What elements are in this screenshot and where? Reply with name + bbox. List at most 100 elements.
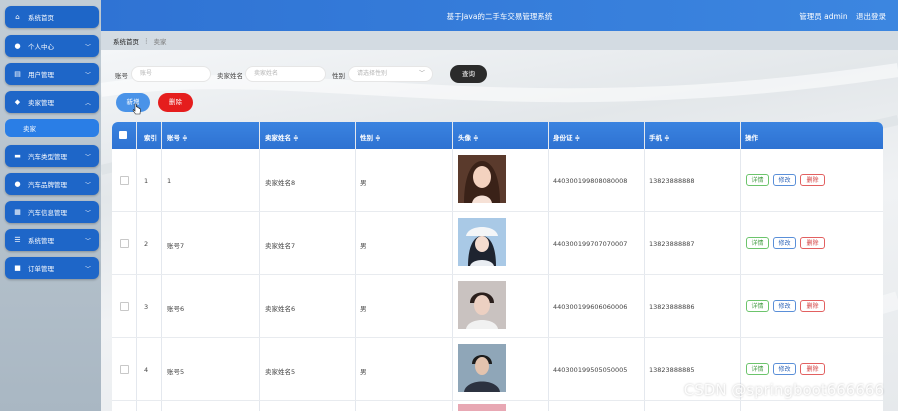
header-seller-name[interactable]: 卖家姓名 ≑ [265, 132, 299, 142]
header-avatar[interactable]: 头像 ≑ [458, 132, 479, 142]
cell-gender: 男 [360, 179, 367, 187]
cell-seller-name: 卖家姓名5 [265, 368, 296, 376]
edit-button[interactable]: 修改 [773, 363, 796, 375]
cell-index: 3 [144, 303, 149, 311]
header-account[interactable]: 账号 ≑ [167, 132, 188, 142]
cell-account: 账号6 [167, 305, 185, 313]
chevron-down-icon: ﹀ [84, 209, 91, 217]
sidebar-item-orders[interactable]: ■ 订单管理 ﹀ [5, 257, 99, 279]
avatar-image [458, 344, 506, 392]
sidebar-item-seller-management[interactable]: ◆ 卖家管理 ︿ [5, 91, 99, 113]
cell-phone: 13823888887 [649, 240, 695, 248]
sidebar-item-user-management[interactable]: ▤ 用户管理 ﹀ [5, 63, 99, 85]
seller-name-label: 卖家姓名 [217, 72, 243, 80]
gender-select-placeholder: 请选择性别 [357, 70, 388, 77]
query-button[interactable]: 查询 [450, 65, 487, 83]
cell-seller-name: 卖家姓名8 [265, 179, 296, 187]
avatar-image [458, 218, 506, 266]
car-icon: ▬ [14, 152, 21, 160]
cell-gender: 男 [360, 305, 367, 313]
header-operations: 操作 [745, 134, 758, 142]
cell-seller-name: 卖家姓名7 [265, 242, 296, 250]
app-title: 基于Java的二手车交易管理系统 [446, 12, 553, 21]
gender-select[interactable]: 请选择性别 ﹀ [348, 66, 433, 82]
breadcrumb-separator: ⋮ [143, 36, 150, 45]
row-delete-button[interactable]: 删除 [800, 174, 825, 186]
header-index: 索引 [144, 134, 157, 142]
edit-button[interactable]: 修改 [773, 300, 796, 312]
cell-id-card: 440300199808080008 [553, 177, 628, 185]
chevron-down-icon: ﹀ [84, 237, 91, 245]
sidebar-item-car-brand[interactable]: ● 汽车品牌管理 ﹀ [5, 173, 99, 195]
grid-icon: ▦ [14, 208, 21, 216]
row-checkbox[interactable] [120, 302, 129, 311]
header-id-card[interactable]: 身份证 ≑ [553, 132, 580, 142]
cart-icon: ■ [14, 264, 21, 272]
table-row: 2 账号7 卖家姓名7 男 440300199707070007 1382388… [112, 212, 883, 275]
sidebar-item-car-type[interactable]: ▬ 汽车类型管理 ﹀ [5, 145, 99, 167]
row-checkbox[interactable] [120, 365, 129, 374]
sidebar-item-system[interactable]: ☰ 系统管理 ﹀ [5, 229, 99, 251]
account-input[interactable]: 账号 [131, 66, 211, 82]
sidebar-item-label: 汽车信息管理 [28, 209, 67, 217]
header-gender[interactable]: 性别 ≑ [360, 132, 381, 142]
chevron-down-icon: ﹀ [84, 153, 91, 161]
cell-id-card: 440300199707070007 [553, 240, 628, 248]
edit-button[interactable]: 修改 [773, 237, 796, 249]
avatar-image [458, 404, 506, 411]
row-checkbox[interactable] [120, 239, 129, 248]
row-delete-button[interactable]: 删除 [800, 237, 825, 249]
detail-button[interactable]: 详情 [746, 300, 769, 312]
row-delete-button[interactable]: 删除 [800, 300, 825, 312]
detail-button[interactable]: 详情 [746, 237, 769, 249]
select-all-checkbox[interactable] [119, 131, 127, 139]
cell-id-card: 440300199606060006 [553, 303, 628, 311]
chevron-up-icon: ︿ [84, 99, 91, 107]
location-icon: ◆ [14, 98, 21, 106]
user-icon: ● [14, 180, 21, 188]
detail-button[interactable]: 详情 [746, 174, 769, 186]
sidebar-subitem-seller[interactable]: 卖家 [5, 119, 99, 137]
table-header: 索引 账号 ≑ 卖家姓名 ≑ 性别 ≑ 头像 ≑ 身份证 ≑ 手机 ≑ 操作 [112, 122, 883, 149]
chevron-down-icon: ﹀ [84, 71, 91, 79]
sidebar-item-home[interactable]: ⌂ 系统首页 [5, 6, 99, 28]
document-icon: ▤ [14, 70, 21, 78]
avatar-image [458, 281, 506, 329]
delete-button[interactable]: 删除 [158, 93, 193, 112]
sidebar-item-label: 汽车品牌管理 [28, 181, 67, 189]
cell-index: 1 [144, 177, 149, 185]
cell-phone: 13823888888 [649, 177, 695, 185]
user-icon: ● [14, 42, 21, 50]
seller-name-input[interactable]: 卖家姓名 [245, 66, 326, 82]
sidebar-item-car-info[interactable]: ▦ 汽车信息管理 ﹀ [5, 201, 99, 223]
breadcrumb-home[interactable]: 系统首页 [113, 36, 139, 46]
cell-account: 账号5 [167, 368, 185, 376]
logout-link[interactable]: 退出登录 [856, 12, 886, 21]
chevron-down-icon: ﹀ [84, 181, 91, 189]
cell-id-card: 440300199505050005 [553, 366, 628, 374]
breadcrumb: 系统首页 ⋮ 卖家 [101, 31, 898, 50]
row-delete-button[interactable]: 删除 [800, 363, 825, 375]
home-icon: ⌂ [15, 13, 20, 21]
seller-table: 索引 账号 ≑ 卖家姓名 ≑ 性别 ≑ 头像 ≑ 身份证 ≑ 手机 ≑ 操作 1… [112, 122, 883, 411]
cell-account: 1 [167, 177, 172, 185]
detail-button[interactable]: 详情 [746, 363, 769, 375]
chevron-down-icon: ﹀ [84, 265, 91, 273]
edit-button[interactable]: 修改 [773, 174, 796, 186]
sidebar-item-label: 汽车类型管理 [28, 153, 67, 161]
gender-label: 性别 [332, 72, 345, 80]
chevron-down-icon: ﹀ [84, 43, 91, 51]
sidebar-item-personal-center[interactable]: ● 个人中心 ﹀ [5, 35, 99, 57]
cell-index: 4 [144, 366, 149, 374]
sidebar-item-label: 订单管理 [28, 265, 54, 273]
sidebar: ⌂ 系统首页 ● 个人中心 ﹀ ▤ 用户管理 ﹀ ◆ 卖家管理 ︿ 卖家 ▬ 汽… [0, 0, 101, 411]
list-icon: ☰ [14, 236, 21, 244]
table-row: 1 1 卖家姓名8 男 440300199808080008 138238888… [112, 149, 883, 212]
table-row: 3 账号6 卖家姓名6 男 440300199606060006 1382388… [112, 275, 883, 338]
cell-index: 2 [144, 240, 149, 248]
sidebar-item-label: 用户管理 [28, 71, 54, 79]
breadcrumb-current: 卖家 [153, 37, 167, 46]
header-phone[interactable]: 手机 ≑ [649, 132, 670, 142]
current-user: 管理员 admin [799, 12, 848, 21]
row-checkbox[interactable] [120, 176, 129, 185]
